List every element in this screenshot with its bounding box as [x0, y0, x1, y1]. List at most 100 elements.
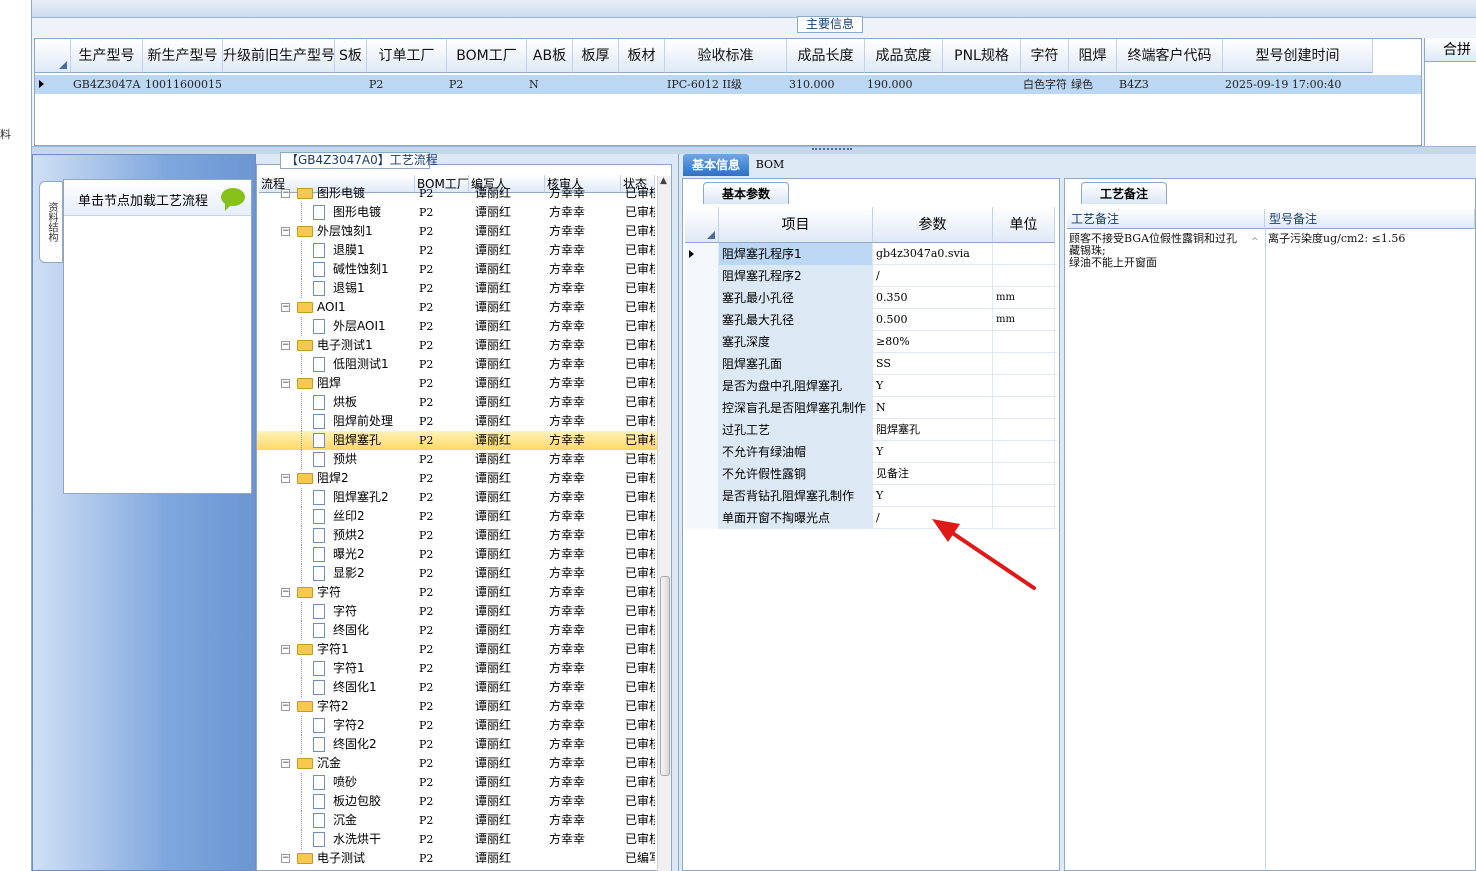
tree-row[interactable]: 阻焊前处理 P2 谭丽红 方幸幸 已审核 [257, 412, 657, 431]
cell-5[interactable]: P2 [449, 75, 525, 94]
cell-3[interactable] [337, 75, 365, 94]
param-value[interactable]: 0.500 [873, 309, 993, 331]
tree-row[interactable]: 字符2 P2 谭丽红 方幸幸 已审核 [257, 716, 657, 735]
param-header-1[interactable]: 参数 [873, 207, 993, 243]
tree-row[interactable]: − 字符2 P2 谭丽红 方幸幸 已审核 [257, 697, 657, 716]
cell-4[interactable]: P2 [369, 75, 445, 94]
tree-row[interactable]: − 沉金 P2 谭丽红 方幸幸 已审核 [257, 754, 657, 773]
tree-row[interactable]: 终固化1 P2 谭丽红 方幸幸 已审核 [257, 678, 657, 697]
column-header-10[interactable]: 成品长度 [787, 39, 865, 73]
tree-row[interactable]: 预烘 P2 谭丽红 方幸幸 已审核 [257, 450, 657, 469]
collapse-icon[interactable]: − [281, 189, 290, 198]
column-header-15[interactable]: 终端客户代码 [1117, 39, 1223, 73]
cell-14[interactable]: 绿色 [1071, 75, 1115, 94]
collapse-icon[interactable]: − [281, 588, 290, 597]
tree-row[interactable]: − 电子测试1 P2 谭丽红 方幸幸 已审核 [257, 336, 657, 355]
param-value[interactable]: Y [873, 485, 993, 507]
tree-row[interactable]: 丝印2 P2 谭丽红 方幸幸 已审核 [257, 507, 657, 526]
horizontal-splitter[interactable] [32, 146, 1476, 154]
cell-13[interactable]: 白色字符 [1023, 75, 1067, 94]
scroll-up-icon[interactable]: ▲ [660, 176, 667, 186]
tree-row[interactable]: 字符1 P2 谭丽红 方幸幸 已审核 [257, 659, 657, 678]
param-row[interactable]: 过孔工艺 阻焊塞孔 [685, 419, 1057, 441]
tree-row[interactable]: − 字符1 P2 谭丽红 方幸幸 已审核 [257, 640, 657, 659]
tree-row[interactable]: − 阻焊2 P2 谭丽红 方幸幸 已审核 [257, 469, 657, 488]
column-header-7[interactable]: 板厚 [573, 39, 619, 73]
tree-row[interactable]: 烘板 P2 谭丽红 方幸幸 已审核 [257, 393, 657, 412]
cell-16[interactable]: 2025-09-19 17:00:40 [1225, 75, 1371, 94]
tree-row[interactable]: 终固化 P2 谭丽红 方幸幸 已审核 [257, 621, 657, 640]
param-row[interactable]: 不允许假性露铜 见备注 [685, 463, 1057, 485]
column-header-16[interactable]: 型号创建时间 [1223, 39, 1373, 73]
column-header-6[interactable]: AB板 [527, 39, 573, 73]
param-row[interactable]: 塞孔深度 ≥80% [685, 331, 1057, 353]
column-header-13[interactable]: 字符 [1021, 39, 1069, 73]
column-header-2[interactable]: 升级前旧生产型号 [223, 39, 335, 73]
tree-row[interactable]: − 阻焊 P2 谭丽红 方幸幸 已审核 [257, 374, 657, 393]
process-note-text[interactable]: 顾客不接受BGA位假性露铜和过孔藏锡珠; 绿油不能上开窗面 [1069, 233, 1247, 269]
tree-row[interactable]: 预烘2 P2 谭丽红 方幸幸 已审核 [257, 526, 657, 545]
note-scroll-up-icon[interactable]: ^ [1251, 237, 1259, 247]
param-row[interactable]: 塞孔最大孔径 0.500 mm [685, 309, 1057, 331]
cell-12[interactable] [945, 75, 1019, 94]
param-row[interactable]: 阻焊塞孔面 SS [685, 353, 1057, 375]
tab-bom[interactable]: BOM [753, 154, 787, 176]
column-header-1[interactable]: 新生产型号 [143, 39, 223, 73]
tree-row[interactable]: 水洗烘干 P2 谭丽红 方幸幸 已审核 [257, 830, 657, 849]
tree-row[interactable]: 碱性蚀刻1 P2 谭丽红 方幸幸 已审核 [257, 260, 657, 279]
param-header-0[interactable]: 项目 [719, 207, 873, 243]
cell-7[interactable] [575, 75, 617, 94]
tree-row[interactable]: 沉金 P2 谭丽红 方幸幸 已审核 [257, 811, 657, 830]
cell-9[interactable]: IPC-6012 II级 [667, 75, 785, 94]
cell-6[interactable]: N [529, 75, 571, 94]
param-value[interactable]: / [873, 265, 993, 287]
param-header-2[interactable]: 单位 [993, 207, 1055, 243]
tree-row[interactable]: − AOI1 P2 谭丽红 方幸幸 已审核 [257, 298, 657, 317]
column-header-4[interactable]: 订单工厂 [367, 39, 447, 73]
tree-row[interactable]: − 字符 P2 谭丽红 方幸幸 已审核 [257, 583, 657, 602]
collapse-icon[interactable]: − [281, 759, 290, 768]
tree-row[interactable]: − 外层蚀刻1 P2 谭丽红 方幸幸 已审核 [257, 222, 657, 241]
param-value[interactable]: Y [873, 375, 993, 397]
tree-row[interactable]: 低阻测试1 P2 谭丽红 方幸幸 已审核 [257, 355, 657, 374]
param-row[interactable]: 阻焊塞孔程序2/ [685, 265, 1057, 287]
tab-process-notes[interactable]: 工艺备注 [1081, 182, 1168, 204]
param-value[interactable]: N [873, 397, 993, 419]
collapse-icon[interactable]: − [281, 227, 290, 236]
cell-2[interactable] [225, 75, 333, 94]
model-note-text[interactable]: 离子污染度ug/cm2: ≤1.56 [1268, 233, 1473, 245]
collapse-icon[interactable]: − [281, 474, 290, 483]
tab-basic-info[interactable]: 基本信息 [683, 154, 749, 176]
tree-row[interactable]: 曝光2 P2 谭丽红 方幸幸 已审核 [257, 545, 657, 564]
tree-vscrollbar[interactable]: ▲ [657, 176, 671, 871]
cell-8[interactable] [621, 75, 663, 94]
tree-row[interactable]: 外层AOI1 P2 谭丽红 方幸幸 已审核 [257, 317, 657, 336]
param-row[interactable]: 控深盲孔是否阻焊塞孔制作 N [685, 397, 1057, 419]
tab-basic-params[interactable]: 基本参数 [703, 182, 790, 204]
tree-row[interactable]: − 电子测试 P2 谭丽红 已编写 [257, 849, 657, 868]
tree-row[interactable]: − 图形电镀 P2 谭丽红 方幸幸 已审核 [257, 184, 657, 203]
param-row[interactable]: 塞孔最小孔径 0.350 mm [685, 287, 1057, 309]
param-value[interactable]: Y [873, 441, 993, 463]
column-header-3[interactable]: S板 [335, 39, 367, 73]
column-header-9[interactable]: 验收标准 [665, 39, 787, 73]
cell-1[interactable]: 10011600015389 [145, 75, 221, 94]
param-row[interactable]: 不允许有绿油帽 Y [685, 441, 1057, 463]
tree-row[interactable]: 退膜1 P2 谭丽红 方幸幸 已审核 [257, 241, 657, 260]
collapse-icon[interactable]: − [281, 854, 290, 863]
param-value[interactable]: 阻焊塞孔 [873, 419, 993, 441]
tree-row[interactable]: 板边包胶 P2 谭丽红 方幸幸 已审核 [257, 792, 657, 811]
collapse-icon[interactable]: − [281, 379, 290, 388]
cell-11[interactable]: 190.000 [867, 75, 941, 94]
param-value[interactable]: gb4z3047a0.svia [873, 243, 993, 265]
cell-10[interactable]: 310.000 [789, 75, 863, 94]
tree-row[interactable]: 终固化2 P2 谭丽红 方幸幸 已审核 [257, 735, 657, 754]
param-row[interactable]: 是否背钻孔阻焊塞孔制作 Y [685, 485, 1057, 507]
tree-row[interactable]: 阻焊塞孔2 P2 谭丽红 方幸幸 已审核 [257, 488, 657, 507]
collapse-icon[interactable]: − [281, 702, 290, 711]
param-value[interactable]: SS [873, 353, 993, 375]
param-row[interactable]: 是否为盘中孔阻焊塞孔 Y [685, 375, 1057, 397]
column-header-11[interactable]: 成品宽度 [865, 39, 943, 73]
collapse-icon[interactable]: − [281, 341, 290, 350]
tree-row[interactable]: 退锡1 P2 谭丽红 方幸幸 已审核 [257, 279, 657, 298]
